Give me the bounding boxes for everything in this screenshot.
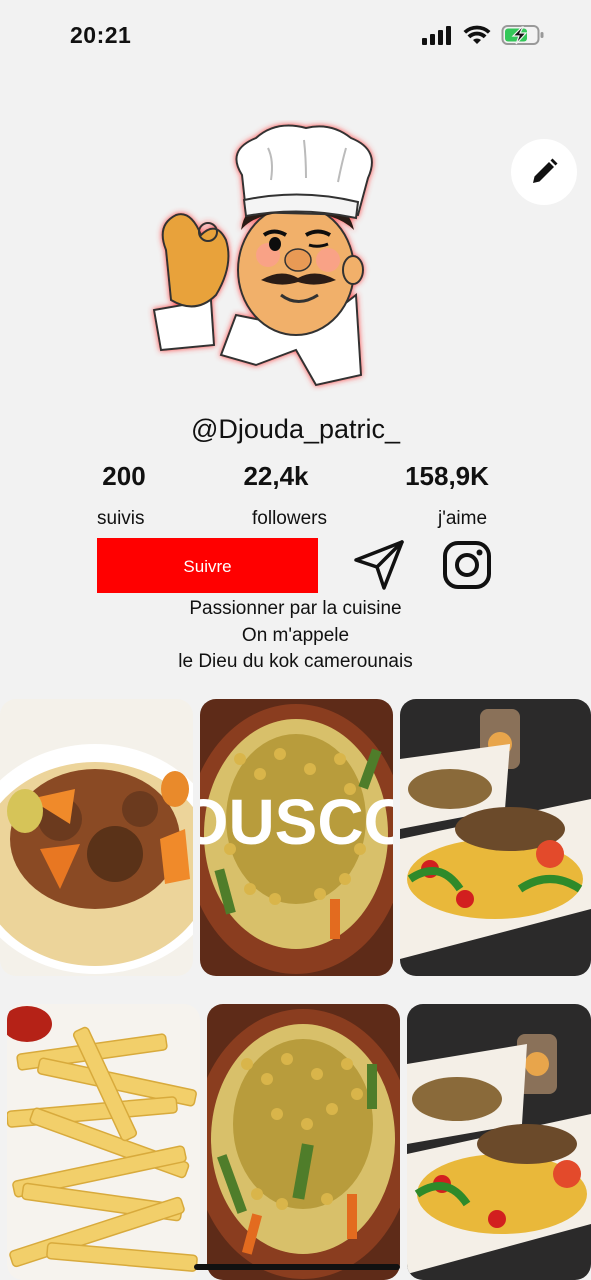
status-time: 20:21 (70, 22, 132, 48)
battery-charging-icon (501, 25, 544, 45)
wifi-icon (463, 25, 491, 44)
bio-line: le Dieu du kok camerounais (178, 651, 413, 672)
grid-item-couscous-meat[interactable] (0, 699, 193, 976)
signal-icon (422, 26, 451, 45)
stat-followers[interactable]: 22,4k (230, 461, 322, 492)
avatar[interactable] (146, 120, 406, 395)
grid-item-couscous-tagine-2[interactable] (207, 1004, 400, 1280)
food-photo (207, 1004, 400, 1280)
edit-profile-button[interactable] (511, 139, 577, 205)
grid-item-plated-dish[interactable] (400, 699, 591, 976)
food-photo (0, 699, 193, 976)
grid-item-french-fries[interactable] (7, 1004, 200, 1280)
following-count: 200 (102, 461, 146, 491)
bio: Passionner par la cuisine On m'appele le… (0, 596, 591, 676)
stat-following[interactable]: 200 (93, 461, 155, 492)
food-photo (407, 1004, 591, 1280)
stat-likes[interactable]: 158,9K (398, 461, 496, 492)
food-photo: OUSCO (200, 699, 393, 976)
instagram-icon[interactable] (442, 540, 492, 590)
following-label: suivis (97, 508, 145, 529)
likes-label: j'aime (438, 508, 488, 529)
likes-count: 158,9K (405, 461, 489, 491)
food-photo (7, 1004, 200, 1280)
bio-line: On m'appele (241, 624, 350, 646)
home-indicator[interactable] (194, 1264, 400, 1270)
status-bar: 20:21 (0, 0, 591, 72)
status-icons (421, 24, 545, 46)
username: @Djouda_patric_ (190, 414, 401, 444)
pencil-icon (533, 158, 558, 183)
follow-button[interactable]: Suivre (97, 538, 318, 593)
tile-overlay-text: OUSCO (200, 786, 393, 858)
send-icon[interactable] (352, 538, 406, 592)
bio-line: Passionner par la cuisine (189, 598, 402, 619)
food-photo (400, 699, 591, 976)
followers-count: 22,4k (243, 461, 309, 491)
grid-item-plated-dish-2[interactable] (407, 1004, 591, 1280)
grid-item-couscous-tagine[interactable]: OUSCO (200, 699, 393, 976)
followers-label: followers (252, 508, 327, 529)
